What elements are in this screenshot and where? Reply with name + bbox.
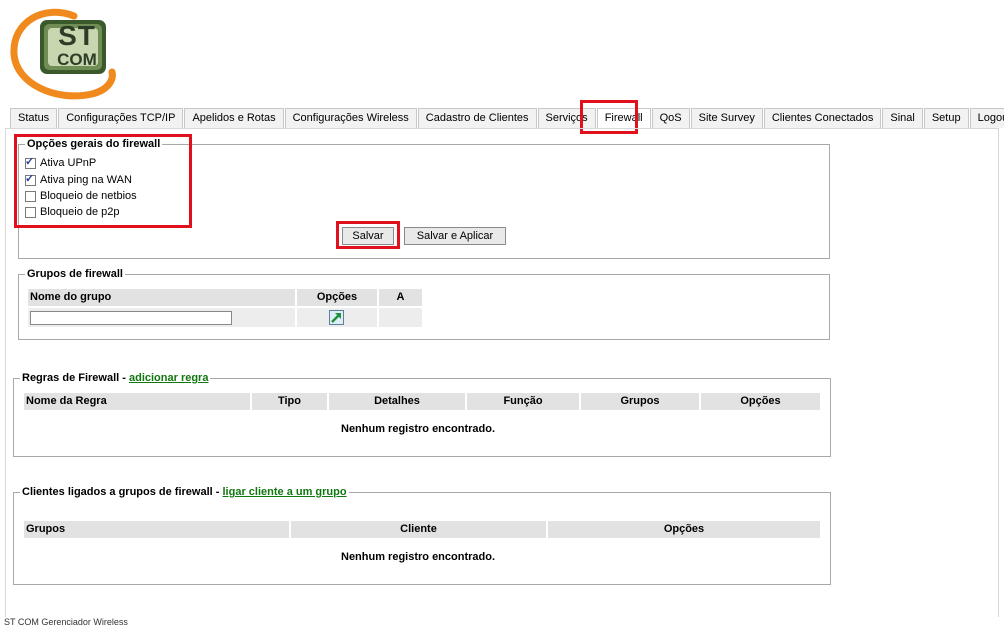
save-apply-button[interactable]: Salvar e Aplicar xyxy=(404,227,506,245)
tab-tcp-ip[interactable]: Configurações TCP/IP xyxy=(58,108,184,128)
col-opcoes-regras: Opções xyxy=(701,393,820,410)
tab-clientes-conectados[interactable]: Clientes Conectados xyxy=(763,108,882,128)
tab-qos[interactable]: QoS xyxy=(651,108,690,128)
col-opcoes: Opções xyxy=(297,289,377,306)
tab-wireless[interactable]: Configurações Wireless xyxy=(284,108,417,128)
option-ping-wan[interactable]: ✓ Ativa ping na WAN xyxy=(25,172,132,186)
firewall-rules-fieldset: Regras de Firewall - adicionar regra xyxy=(13,372,831,457)
check-mark-icon: ✓ xyxy=(25,155,35,168)
col-grupos-clientes: Grupos xyxy=(24,521,289,538)
firewall-rules-legend: Regras de Firewall - adicionar regra xyxy=(20,372,210,384)
col-a: A xyxy=(379,289,422,306)
group-a-cell xyxy=(379,308,422,327)
col-grupos: Grupos xyxy=(581,393,699,410)
main-tabs: Status Configurações TCP/IP Apelidos e R… xyxy=(10,108,1004,129)
option-upnp[interactable]: ✓ Ativa UPnP xyxy=(25,155,97,169)
stcom-logo: ST COM xyxy=(8,8,118,100)
col-nome-do-grupo: Nome do grupo xyxy=(28,289,295,306)
logo-text-com: COM xyxy=(57,50,97,69)
add-rule-link[interactable]: adicionar regra xyxy=(129,372,208,384)
option-p2p[interactable]: Bloqueio de p2p xyxy=(25,206,120,218)
col-funcao: Função xyxy=(467,393,579,410)
col-detalhes: Detalhes xyxy=(329,393,465,410)
footer-text: ST COM Gerenciador Wireless xyxy=(4,617,128,627)
group-name-input[interactable] xyxy=(30,311,232,325)
clients-groups-legend: Clientes ligados a grupos de firewall - … xyxy=(20,486,349,498)
rules-empty-message: Nenhum registro encontrado. xyxy=(341,423,496,435)
logo-text-st: ST xyxy=(58,20,96,51)
tab-cadastro-clientes[interactable]: Cadastro de Clientes xyxy=(417,108,537,128)
clients-groups-legend-text: Clientes ligados a grupos de firewall - xyxy=(22,486,223,498)
option-p2p-label: Bloqueio de p2p xyxy=(40,206,120,218)
tab-site-survey[interactable]: Site Survey xyxy=(690,108,763,128)
tab-logout[interactable]: Logout xyxy=(969,108,1004,128)
tab-sinal[interactable]: Sinal xyxy=(882,108,923,128)
firewall-groups-legend: Grupos de firewall xyxy=(27,268,123,280)
clients-empty-message: Nenhum registro encontrado. xyxy=(341,551,496,563)
check-mark-icon: ✓ xyxy=(25,172,35,185)
option-upnp-label: Ativa UPnP xyxy=(40,157,97,169)
save-button[interactable]: Salvar xyxy=(342,227,394,245)
col-cliente: Cliente xyxy=(291,521,546,538)
add-group-icon[interactable] xyxy=(329,310,344,325)
tab-servicos[interactable]: Serviços xyxy=(537,108,596,128)
general-options-legend: Opções gerais do firewall xyxy=(27,138,161,150)
col-tipo: Tipo xyxy=(252,393,327,410)
tab-setup[interactable]: Setup xyxy=(923,108,969,128)
checkbox-ping-wan[interactable]: ✓ xyxy=(25,172,36,186)
checkbox-netbios[interactable] xyxy=(25,190,36,202)
tab-status[interactable]: Status xyxy=(10,108,58,128)
tab-firewall[interactable]: Firewall xyxy=(596,108,651,129)
checkbox-p2p[interactable] xyxy=(25,206,36,218)
link-client-group-link[interactable]: ligar cliente a um grupo xyxy=(223,486,347,498)
col-nome-da-regra: Nome da Regra xyxy=(24,393,250,410)
option-netbios[interactable]: Bloqueio de netbios xyxy=(25,190,137,202)
option-ping-wan-label: Ativa ping na WAN xyxy=(40,174,132,186)
col-opcoes-clientes: Opções xyxy=(548,521,820,538)
firewall-rules-legend-text: Regras de Firewall - xyxy=(22,372,129,384)
checkbox-upnp[interactable]: ✓ xyxy=(25,155,36,169)
option-netbios-label: Bloqueio de netbios xyxy=(40,190,137,202)
tab-apelidos-rotas[interactable]: Apelidos e Rotas xyxy=(184,108,284,128)
